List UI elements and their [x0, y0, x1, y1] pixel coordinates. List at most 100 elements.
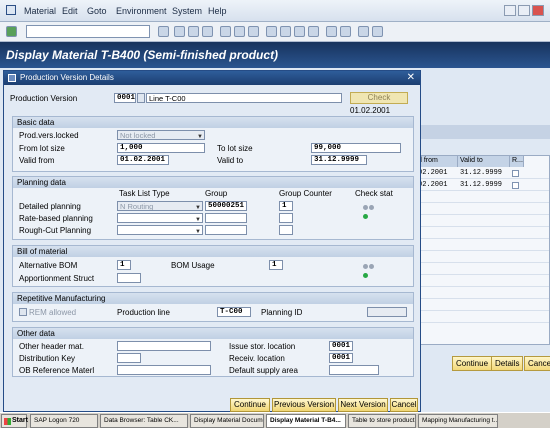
close-icon[interactable]: ✕: [407, 72, 415, 83]
rate-based-type-select[interactable]: ▼: [117, 213, 203, 223]
ob-reference-materl-field[interactable]: [117, 365, 211, 375]
prod-version-f4-icon[interactable]: [137, 93, 145, 103]
bom-status-lamp: [363, 262, 379, 278]
default-supply-area-field[interactable]: [329, 365, 379, 375]
bom-usage-field[interactable]: 1: [269, 260, 283, 270]
next-page-icon[interactable]: [294, 26, 305, 37]
rem-allowed-checkbox[interactable]: [19, 308, 27, 316]
row-checkbox[interactable]: [512, 170, 519, 177]
detailed-planning-type-select[interactable]: N Routing ▼: [117, 201, 203, 211]
layout-menu-icon[interactable]: [372, 26, 383, 37]
table-row[interactable]: [416, 228, 549, 239]
planning-id-label: Planning ID: [261, 308, 303, 317]
continue-button[interactable]: Continue: [230, 398, 270, 412]
background-details-button[interactable]: Details: [491, 356, 524, 371]
issue-stor-location-label: Issue stor. location: [229, 342, 296, 351]
taskbar-item-table-product[interactable]: Table to store product c...: [348, 414, 416, 428]
cancel-icon[interactable]: [202, 26, 213, 37]
row-valid-from: 02.2001: [418, 169, 448, 177]
menu-goto[interactable]: Goto: [87, 6, 107, 16]
bom-usage-label: BOM Usage: [171, 261, 215, 270]
menu-material[interactable]: Material: [24, 6, 56, 16]
first-page-icon[interactable]: [266, 26, 277, 37]
menu-help[interactable]: Help: [208, 6, 227, 16]
rough-cut-counter-field[interactable]: [279, 225, 293, 235]
previous-page-icon[interactable]: [280, 26, 291, 37]
background-cancel-button[interactable]: Cancel: [524, 356, 550, 371]
column-header-valid-to[interactable]: Valid to: [458, 156, 510, 167]
from-lot-size-field[interactable]: 1,000: [117, 143, 205, 153]
previous-version-button[interactable]: Previous Version: [272, 398, 336, 412]
table-row[interactable]: [416, 276, 549, 287]
alternative-bom-field[interactable]: 1: [117, 260, 131, 270]
start-button[interactable]: Start: [1, 414, 28, 428]
detailed-planning-counter-field[interactable]: 1: [279, 201, 293, 211]
menu-system[interactable]: System: [172, 6, 202, 16]
print-icon[interactable]: [220, 26, 231, 37]
background-continue-button[interactable]: Continue: [452, 356, 493, 371]
taskbar-item-sap-logon[interactable]: SAP Logon 720: [30, 414, 98, 428]
table-row[interactable]: [416, 264, 549, 275]
menu-environment[interactable]: Environment: [116, 6, 167, 16]
other-header-mat-field[interactable]: [117, 341, 211, 351]
last-page-icon[interactable]: [308, 26, 319, 37]
taskbar-item-display-material-document[interactable]: Display Material Docume...: [190, 414, 264, 428]
issue-stor-location-field[interactable]: 0001: [329, 341, 353, 351]
close-window-icon[interactable]: [532, 5, 544, 16]
maximize-icon[interactable]: [518, 5, 530, 16]
cancel-button[interactable]: Cancel: [390, 398, 418, 412]
table-row[interactable]: [416, 216, 549, 227]
enter-icon[interactable]: [6, 26, 17, 37]
dialog-title: Production Version Details: [20, 73, 114, 82]
prod-vers-locked-label: Prod.vers.locked: [19, 131, 79, 140]
rate-based-counter-field[interactable]: [279, 213, 293, 223]
prod-vers-locked-select[interactable]: Not locked ▼: [117, 130, 205, 140]
check-button[interactable]: Check: [350, 92, 408, 104]
prod-version-text-field[interactable]: Line T-C00: [146, 93, 342, 103]
apportionment-struct-label: Apportionment Struct: [19, 274, 95, 283]
find-icon[interactable]: [234, 26, 245, 37]
help-icon[interactable]: [358, 26, 369, 37]
table-row[interactable]: [416, 240, 549, 251]
table-row[interactable]: [416, 252, 549, 263]
planning-id-field[interactable]: [367, 307, 407, 317]
menu-bar: Material Edit Goto Environment System He…: [0, 0, 550, 22]
prod-version-field[interactable]: 0001: [114, 93, 136, 103]
production-line-field[interactable]: T-C00: [217, 307, 251, 317]
minimize-icon[interactable]: [504, 5, 516, 16]
column-header-valid-from[interactable]: d from: [416, 156, 458, 167]
shortcut-icon[interactable]: [340, 26, 351, 37]
column-header-r[interactable]: R...: [510, 156, 524, 167]
table-row[interactable]: [416, 204, 549, 215]
receiv-location-field[interactable]: 0001: [329, 353, 353, 363]
table-row[interactable]: 02.2001 31.12.9999: [416, 180, 549, 191]
taskbar-item-data-browser[interactable]: Data Browser: Table CK...: [100, 414, 188, 428]
save-icon[interactable]: [158, 26, 169, 37]
menu-edit[interactable]: Edit: [62, 6, 78, 16]
next-version-button[interactable]: Next Version: [338, 398, 388, 412]
to-lot-size-field[interactable]: 99,000: [311, 143, 401, 153]
command-field[interactable]: [26, 25, 150, 38]
new-session-icon[interactable]: [326, 26, 337, 37]
detailed-planning-group-field[interactable]: 50000251: [205, 201, 247, 211]
table-row[interactable]: [416, 300, 549, 311]
rough-cut-group-field[interactable]: [205, 225, 247, 235]
rough-cut-type-select[interactable]: ▼: [117, 225, 203, 235]
table-row[interactable]: 02.2001 31.12.9999: [416, 168, 549, 179]
apportionment-struct-field[interactable]: [117, 273, 141, 283]
rate-based-group-field[interactable]: [205, 213, 247, 223]
table-row[interactable]: [416, 288, 549, 299]
row-checkbox[interactable]: [512, 182, 519, 189]
distribution-key-field[interactable]: [117, 353, 141, 363]
chevron-down-icon: ▼: [195, 229, 201, 235]
back-icon[interactable]: [174, 26, 185, 37]
find-next-icon[interactable]: [248, 26, 259, 37]
taskbar-item-display-material[interactable]: Display Material T-B4...: [266, 414, 346, 428]
exit-icon[interactable]: [188, 26, 199, 37]
sap-menu-icon[interactable]: [6, 5, 16, 15]
table-row[interactable]: [416, 312, 549, 323]
taskbar-item-mapping-manufacturing[interactable]: Mapping Manufacturing t...: [418, 414, 498, 428]
valid-to-field[interactable]: 31.12.9999: [311, 155, 367, 165]
table-row[interactable]: [416, 192, 549, 203]
valid-from-field[interactable]: 01.02.2001: [117, 155, 169, 165]
